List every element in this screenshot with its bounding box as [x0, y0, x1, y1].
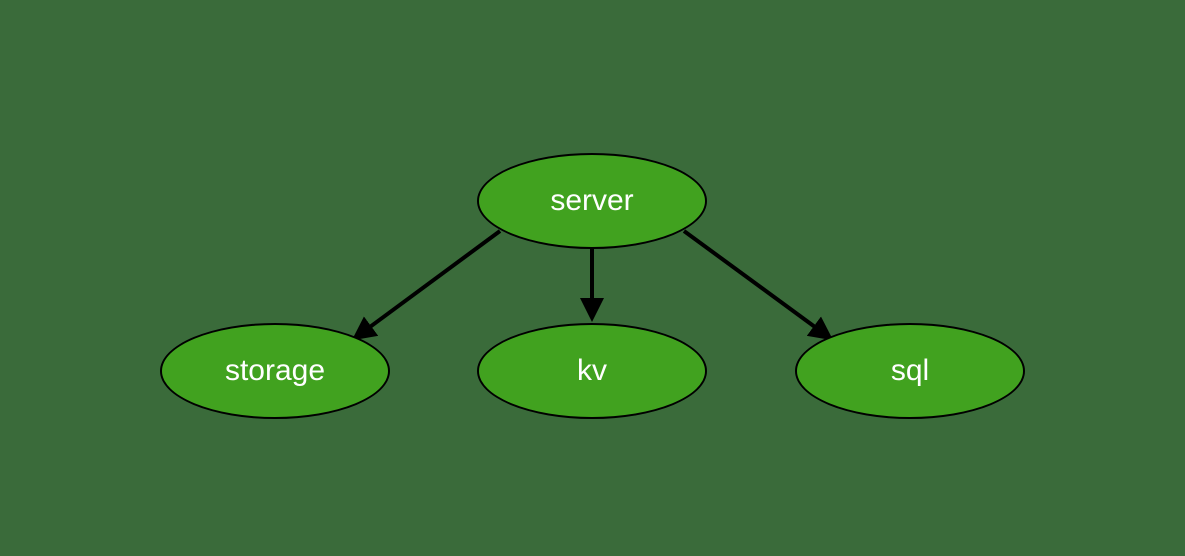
node-sql: sql [795, 323, 1025, 419]
node-server: server [477, 153, 707, 249]
node-sql-label: sql [891, 354, 929, 388]
edge-server-sql [684, 231, 830, 338]
edges-layer [0, 0, 1185, 556]
node-server-label: server [550, 184, 633, 218]
node-storage: storage [160, 323, 390, 419]
node-kv-label: kv [577, 354, 607, 388]
node-storage-label: storage [225, 354, 325, 388]
diagram-canvas: server storage kv sql [0, 0, 1185, 556]
edge-server-storage [355, 231, 500, 338]
node-kv: kv [477, 323, 707, 419]
